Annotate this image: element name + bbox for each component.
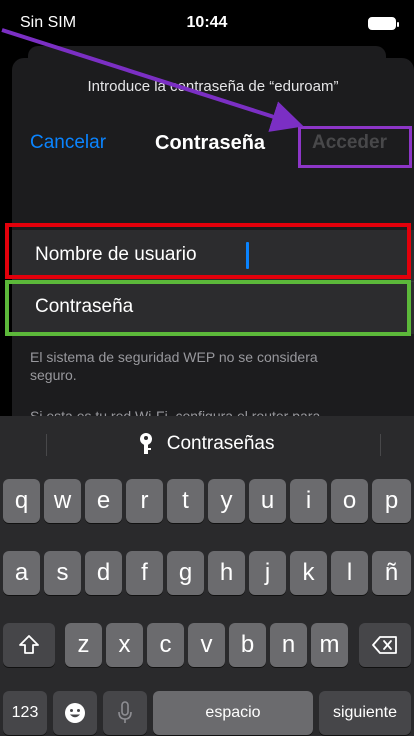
key-k[interactable]: k: [290, 551, 327, 595]
key-c[interactable]: c: [147, 623, 184, 667]
key-label: t: [182, 487, 189, 514]
key-label: h: [219, 559, 234, 586]
key-label: z: [77, 631, 90, 658]
key-o[interactable]: o: [331, 479, 368, 523]
key-l[interactable]: l: [331, 551, 368, 595]
key-i[interactable]: i: [290, 479, 327, 523]
key-n[interactable]: n: [270, 623, 307, 667]
key-label: l: [346, 559, 353, 586]
key-j[interactable]: j: [249, 551, 286, 595]
key-y[interactable]: y: [208, 479, 245, 523]
passwords-suggestion-label: Contraseñas: [166, 433, 275, 455]
password-label: Contraseña: [35, 296, 134, 317]
key-label: r: [140, 487, 149, 514]
key-label: m: [319, 631, 340, 658]
key-label: f: [141, 559, 148, 586]
space-key-label: espacio: [205, 704, 261, 721]
key-label: u: [260, 487, 275, 514]
password-field[interactable]: Contraseña: [12, 282, 414, 334]
key-label: ñ: [384, 559, 399, 586]
delete-key[interactable]: [359, 623, 411, 667]
key-label: b: [240, 631, 255, 658]
key-label: q: [14, 487, 29, 514]
key-b[interactable]: b: [229, 623, 266, 667]
next-key-label: siguiente: [332, 704, 398, 721]
annotation-arrow: [1, 28, 304, 132]
key-label: g: [178, 559, 193, 586]
key-label: j: [264, 559, 271, 586]
key-label: s: [56, 559, 69, 586]
key-s[interactable]: s: [44, 551, 81, 595]
dictation-key[interactable]: [103, 691, 147, 735]
username-label: Nombre de usuario: [35, 244, 197, 265]
key-d[interactable]: d: [85, 551, 122, 595]
key-x[interactable]: x: [106, 623, 143, 667]
key-r[interactable]: r: [126, 479, 163, 523]
keyboard: Contraseñas q w e r t y u i o p a s d f …: [0, 416, 414, 736]
key-n-tilde[interactable]: ñ: [372, 551, 411, 595]
key-v[interactable]: v: [188, 623, 225, 667]
key-label: x: [118, 631, 131, 658]
text-cursor: [246, 242, 249, 269]
key-f[interactable]: f: [126, 551, 163, 595]
security-warning: El sistema de seguridad WEP no se consid…: [30, 349, 318, 383]
key-label: d: [96, 559, 111, 586]
key-m[interactable]: m: [311, 623, 348, 667]
key-z[interactable]: z: [65, 623, 102, 667]
shift-key[interactable]: [3, 623, 55, 667]
numbers-key[interactable]: 123: [3, 691, 47, 735]
key-label: v: [200, 631, 213, 658]
key-label: e: [96, 487, 111, 514]
next-key[interactable]: siguiente: [319, 691, 411, 735]
key-label: c: [159, 631, 172, 658]
key-u[interactable]: u: [249, 479, 286, 523]
key-label: i: [305, 487, 312, 514]
key-e[interactable]: e: [85, 479, 122, 523]
key-g[interactable]: g: [167, 551, 204, 595]
username-field[interactable]: Nombre de usuario: [12, 230, 414, 282]
shift-icon: [19, 635, 39, 654]
key-t[interactable]: t: [167, 479, 204, 523]
numbers-key-label: 123: [11, 704, 39, 721]
key-label: a: [14, 559, 29, 586]
space-key[interactable]: espacio: [153, 691, 313, 735]
key-label: p: [384, 487, 399, 514]
key-label: w: [53, 487, 72, 514]
key-q[interactable]: q: [3, 479, 40, 523]
key-a[interactable]: a: [3, 551, 40, 595]
key-label: n: [281, 631, 296, 658]
key-p[interactable]: p: [372, 479, 411, 523]
emoji-icon: [65, 703, 85, 723]
passwords-suggestion[interactable]: Contraseñas: [0, 433, 414, 455]
key-label: k: [302, 559, 315, 586]
emoji-key[interactable]: [53, 691, 97, 735]
microphone-icon: [118, 701, 132, 723]
backspace-icon: [372, 636, 397, 654]
key-h[interactable]: h: [208, 551, 245, 595]
key-icon: [140, 433, 153, 454]
key-w[interactable]: w: [44, 479, 81, 523]
key-label: o: [342, 487, 357, 514]
suggestion-bar: Contraseñas: [0, 416, 414, 474]
key-label: y: [220, 487, 233, 514]
